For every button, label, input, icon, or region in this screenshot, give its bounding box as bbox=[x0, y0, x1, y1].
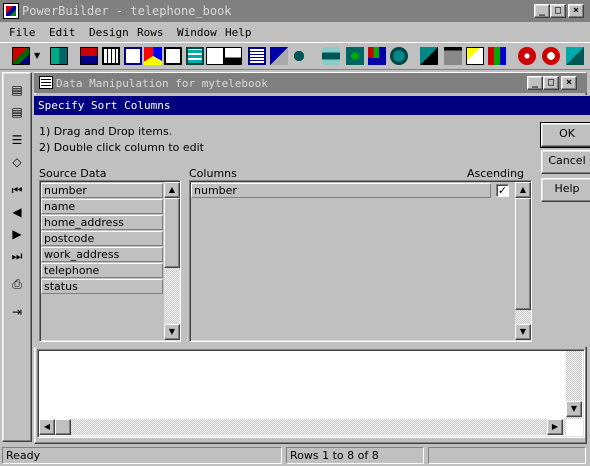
dropdown-arrow-icon[interactable]: ▼ bbox=[34, 47, 42, 65]
scroll-up-arrow-icon[interactable]: ▲ bbox=[164, 182, 180, 198]
data-vscrollbar[interactable]: ▼ bbox=[566, 351, 582, 419]
source-data-label: Source Data bbox=[39, 167, 107, 180]
sort-icon[interactable]: ☰ bbox=[7, 131, 27, 149]
columns-icon[interactable] bbox=[144, 47, 162, 65]
print-icon[interactable]: ⎙ bbox=[7, 275, 27, 293]
minimize-button[interactable]: _ bbox=[534, 4, 550, 18]
scroll-down-arrow-icon[interactable]: ▼ bbox=[164, 324, 180, 340]
shapes-icon[interactable] bbox=[124, 47, 142, 65]
scroll-thumb[interactable] bbox=[515, 198, 531, 310]
child-title: Data Manipulation for mytelebook bbox=[56, 77, 268, 90]
instruction-1: 1) Drag and Drop items. bbox=[39, 125, 173, 138]
source-scrollbar[interactable]: ▲ ▼ bbox=[164, 182, 180, 340]
scroll-up-arrow-icon[interactable]: ▲ bbox=[515, 182, 531, 198]
list-item[interactable]: home_address bbox=[41, 215, 163, 230]
menu-bar: File Edit Design Rows Window Help bbox=[0, 22, 590, 42]
library-icon[interactable] bbox=[420, 47, 438, 65]
edit-icon[interactable] bbox=[444, 47, 462, 65]
menu-design[interactable]: Design bbox=[89, 26, 129, 39]
debug-icon[interactable] bbox=[488, 47, 506, 65]
exit-icon[interactable] bbox=[542, 47, 560, 65]
delete-row-icon[interactable]: ▤ bbox=[7, 103, 27, 121]
main-toolbar: ▼ bbox=[0, 42, 590, 70]
help-button[interactable]: Help bbox=[541, 178, 590, 202]
datawindow-area[interactable]: ▼ ◀ ▶ bbox=[37, 349, 585, 438]
scroll-thumb[interactable] bbox=[164, 198, 180, 268]
stop-icon[interactable] bbox=[518, 47, 536, 65]
prior-icon[interactable]: ◀ bbox=[7, 203, 27, 221]
erase-icon[interactable]: ◇ bbox=[7, 153, 27, 171]
scroll-left-arrow-icon[interactable]: ◀ bbox=[39, 419, 55, 435]
columns-label: Columns bbox=[189, 167, 237, 180]
status-text: Ready bbox=[2, 447, 282, 464]
document-icon bbox=[39, 76, 53, 89]
first-icon[interactable]: ⏮ bbox=[7, 181, 27, 199]
scroll-down-arrow-icon[interactable]: ▼ bbox=[566, 401, 582, 417]
powerbuilder-app-icon[interactable] bbox=[3, 3, 19, 19]
groups-icon[interactable] bbox=[270, 47, 288, 65]
instruction-2: 2) Double click column to edit bbox=[39, 141, 204, 154]
ascending-label: Ascending bbox=[467, 167, 525, 180]
compute-icon[interactable] bbox=[164, 47, 182, 65]
hscroll-thumb[interactable] bbox=[55, 419, 71, 435]
dialog-title: Specify Sort Columns bbox=[38, 99, 171, 112]
ascending-checkbox[interactable]: ✓ bbox=[496, 184, 509, 197]
help-tool-icon[interactable] bbox=[566, 47, 584, 65]
menu-help[interactable]: Help bbox=[225, 26, 252, 39]
insert-row-icon[interactable]: ▤ bbox=[7, 81, 27, 99]
grid-icon[interactable] bbox=[102, 47, 120, 65]
report-icon[interactable] bbox=[224, 47, 242, 65]
menu-edit[interactable]: Edit bbox=[49, 26, 76, 39]
menu-window[interactable]: Window bbox=[177, 26, 217, 39]
dialog-title-bar: Specify Sort Columns bbox=[34, 96, 590, 115]
child-close-button[interactable]: × bbox=[561, 76, 577, 90]
close-icon[interactable]: ⇥ bbox=[7, 303, 27, 321]
child-maximize-button[interactable]: □ bbox=[543, 76, 559, 90]
objects-icon[interactable] bbox=[368, 47, 386, 65]
database-icon[interactable] bbox=[290, 47, 308, 65]
scroll-right-arrow-icon[interactable]: ▶ bbox=[547, 419, 563, 435]
list-item[interactable]: number bbox=[41, 183, 163, 198]
datawindow-icon[interactable] bbox=[12, 47, 30, 65]
child-minimize-button[interactable]: _ bbox=[527, 76, 543, 90]
chart-icon[interactable] bbox=[346, 47, 364, 65]
list-item[interactable]: name bbox=[41, 199, 163, 214]
close-button[interactable]: × bbox=[568, 4, 584, 18]
side-toolbar: ▤ ▤ ☰ ◇ ⏮ ◀ ▶ ⏭ ⎙ ⇥ bbox=[2, 72, 32, 442]
row-count-text: Rows 1 to 8 of 8 bbox=[286, 447, 424, 464]
list-item[interactable]: number bbox=[191, 183, 491, 198]
menu-file[interactable]: File bbox=[9, 26, 36, 39]
columns-scrollbar[interactable]: ▲ ▼ bbox=[515, 182, 531, 340]
export-icon[interactable] bbox=[206, 47, 224, 65]
joins-icon[interactable] bbox=[322, 47, 340, 65]
last-icon[interactable]: ⏭ bbox=[7, 247, 27, 265]
select-icon[interactable] bbox=[80, 47, 98, 65]
ok-button[interactable]: OK bbox=[540, 122, 590, 148]
list-item[interactable]: telephone bbox=[41, 263, 163, 278]
data-hscrollbar[interactable]: ◀ ▶ bbox=[39, 419, 566, 435]
query-icon[interactable] bbox=[390, 47, 408, 65]
list-item[interactable]: status bbox=[41, 279, 163, 294]
scroll-down-arrow-icon[interactable]: ▼ bbox=[515, 324, 531, 340]
preview-icon[interactable] bbox=[50, 47, 68, 65]
app-title: PowerBuilder - telephone_book bbox=[22, 4, 232, 18]
status-extra bbox=[428, 447, 586, 464]
list-item[interactable]: work_address bbox=[41, 247, 163, 262]
next-icon[interactable]: ▶ bbox=[7, 225, 27, 243]
palette-icon[interactable] bbox=[466, 47, 484, 65]
list-item[interactable]: postcode bbox=[41, 231, 163, 246]
graph-icon[interactable] bbox=[248, 47, 266, 65]
app-title-bar: PowerBuilder - telephone_book _ □ × bbox=[0, 0, 590, 22]
sort-columns-list[interactable]: number ✓ ▲ ▼ bbox=[189, 180, 532, 342]
status-bar: Ready Rows 1 to 8 of 8 bbox=[0, 444, 590, 466]
maximize-button[interactable]: □ bbox=[550, 4, 566, 18]
cancel-button[interactable]: Cancel bbox=[541, 150, 590, 174]
menu-rows[interactable]: Rows bbox=[137, 26, 164, 39]
table-icon[interactable] bbox=[186, 47, 204, 65]
source-data-list[interactable]: number name home_address postcode work_a… bbox=[39, 180, 181, 342]
child-title-bar: Data Manipulation for mytelebook _ □ × bbox=[34, 73, 587, 93]
